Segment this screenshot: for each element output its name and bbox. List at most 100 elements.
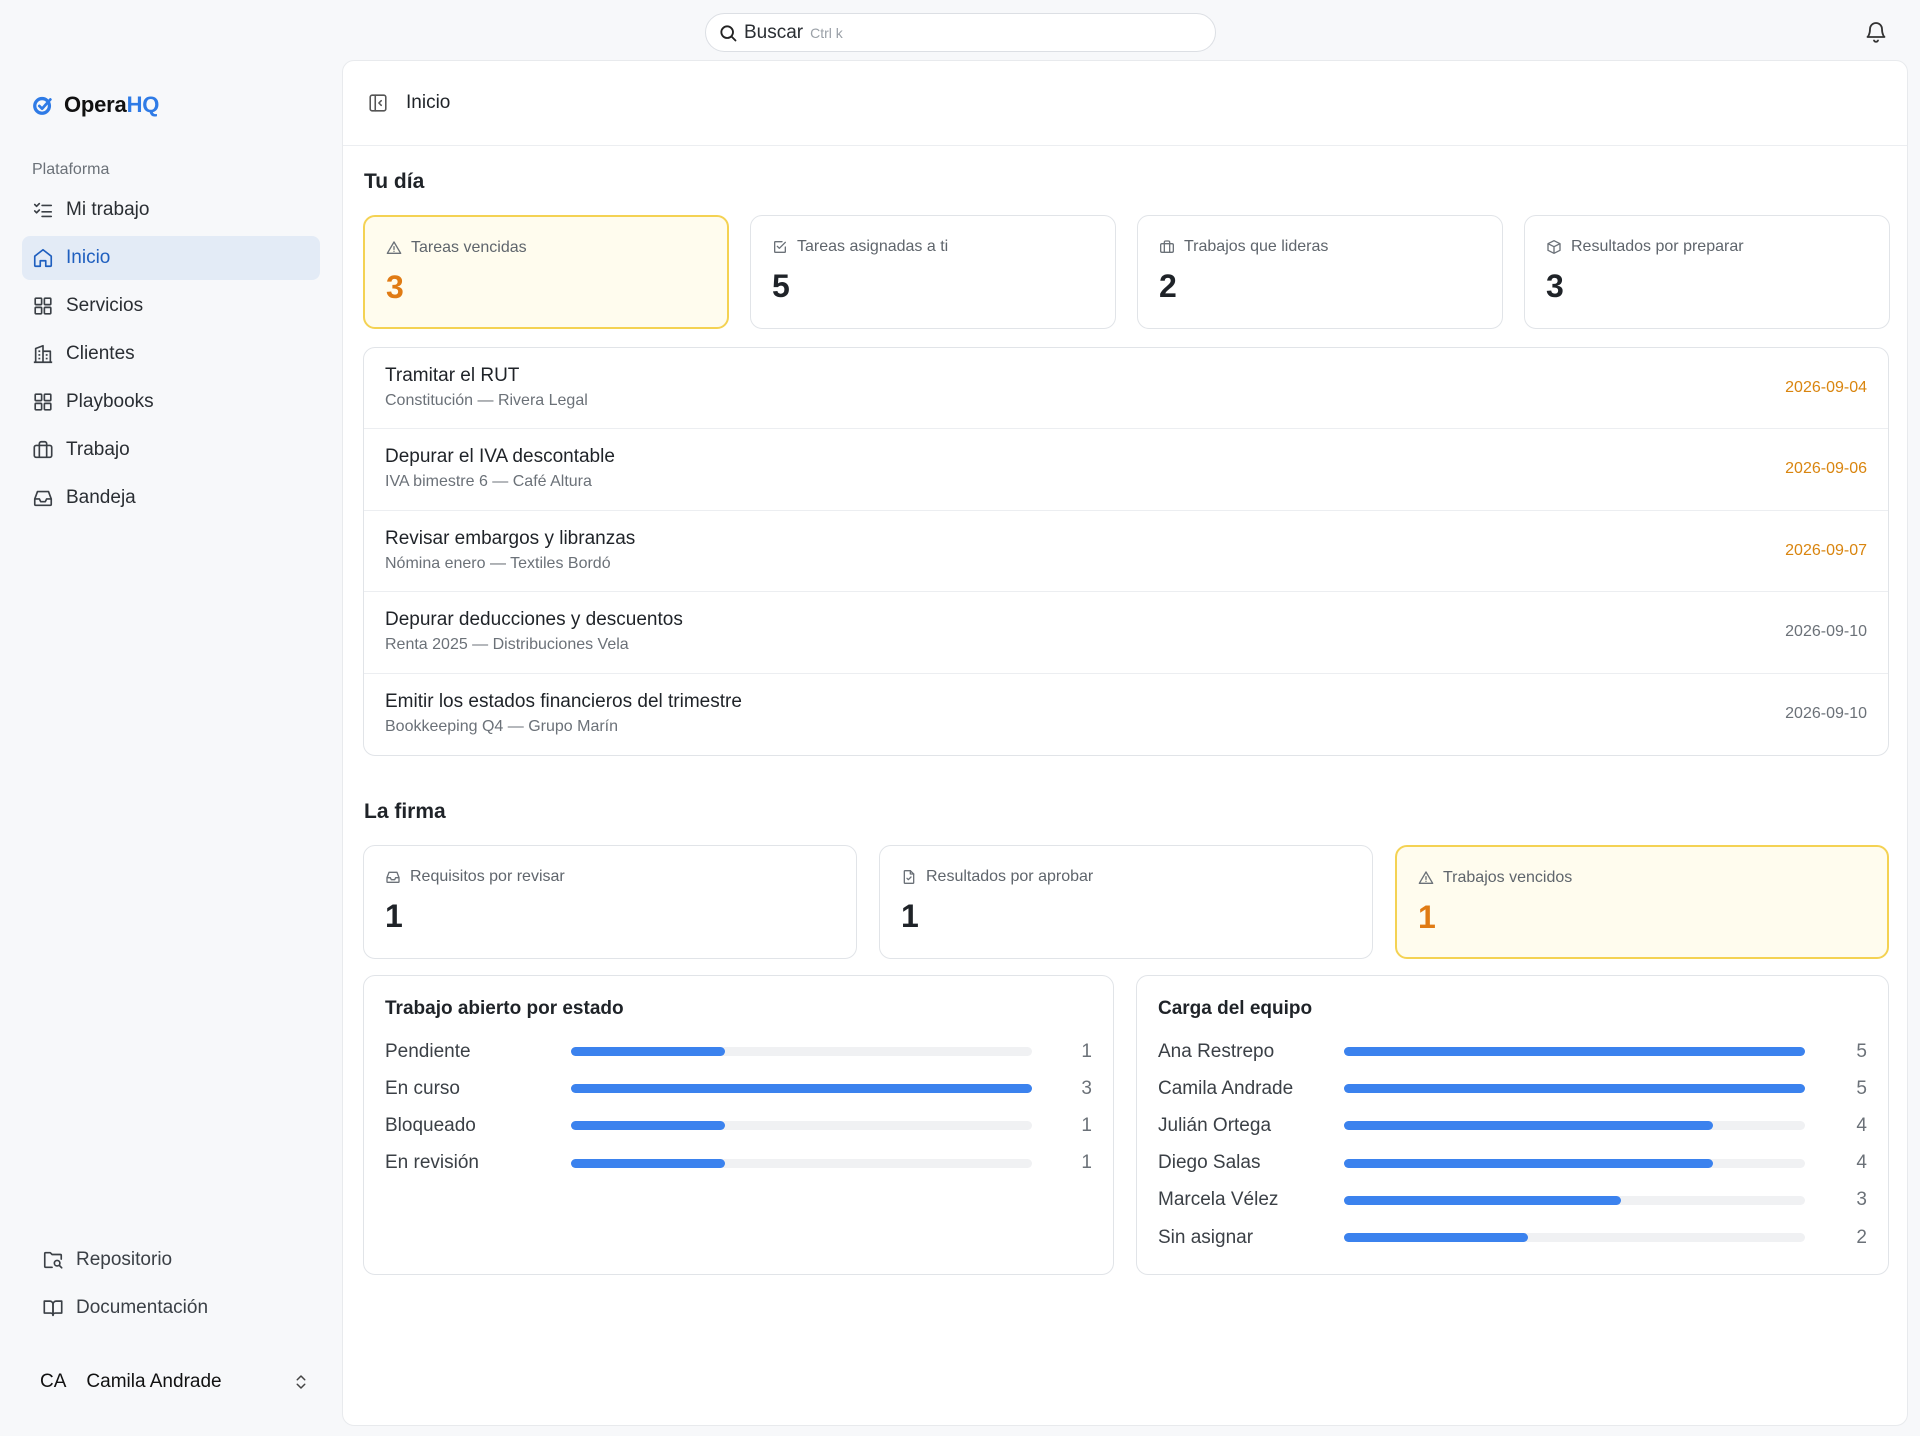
bar-track xyxy=(571,1047,1032,1057)
stat-card-requisitos-revisar[interactable]: Requisitos por revisar 1 xyxy=(363,845,857,959)
section-heading-la-firma: La firma xyxy=(364,800,446,823)
stat-card-tareas-asignadas[interactable]: Tareas asignadas a ti 5 xyxy=(750,215,1116,329)
avatar: CA xyxy=(40,1371,67,1392)
chevrons-up-down-icon xyxy=(296,1375,306,1389)
folder-search-icon xyxy=(43,1251,63,1269)
sidebar-item-bandeja[interactable]: Bandeja xyxy=(22,476,320,520)
stat-value: 1 xyxy=(1418,899,1436,935)
inbox-icon xyxy=(386,871,400,883)
sidebar-item-trabajo[interactable]: Trabajo xyxy=(22,428,320,472)
bar-row: En curso 3 xyxy=(385,1070,1092,1107)
bar-fill xyxy=(1344,1158,1713,1168)
stat-value: 1 xyxy=(901,898,919,934)
bar-label: Ana Restrepo xyxy=(1158,1040,1275,1062)
briefcase-icon xyxy=(1160,240,1174,253)
main-panel: Inicio Tu día Tareas vencidas 3 Tareas a… xyxy=(342,60,1908,1426)
bar-label: Bloqueado xyxy=(385,1114,476,1136)
page-title: Inicio xyxy=(406,92,451,113)
building-icon xyxy=(33,344,53,364)
bar-count: 1 xyxy=(1081,1040,1092,1062)
stat-card-trabajos-lideras[interactable]: Trabajos que lideras 2 xyxy=(1137,215,1503,329)
bar-row: Julián Ortega 4 xyxy=(1158,1107,1867,1144)
bar-row: Diego Salas 4 xyxy=(1158,1145,1867,1182)
task-title: Emitir los estados financieros del trime… xyxy=(385,690,742,712)
task-row[interactable]: Emitir los estados financieros del trime… xyxy=(364,674,1888,755)
bar-fill xyxy=(1344,1233,1529,1243)
sidebar-item-repositorio[interactable]: Repositorio xyxy=(32,1236,322,1284)
task-row[interactable]: Depurar deducciones y descuentos Renta 2… xyxy=(364,592,1888,674)
stat-value: 5 xyxy=(772,268,790,304)
list-check-icon xyxy=(33,202,53,218)
bar-count: 4 xyxy=(1856,1114,1867,1136)
section-label: Plataforma xyxy=(32,161,110,178)
search-label: Buscar xyxy=(744,21,804,43)
bar-track xyxy=(1344,1084,1805,1094)
task-row[interactable]: Tramitar el RUT Constitución — Rivera Le… xyxy=(364,348,1888,430)
task-row[interactable]: Revisar embargos y libranzas Nómina ener… xyxy=(364,511,1888,593)
bar-fill xyxy=(571,1084,1032,1094)
stat-card-tareas-vencidas[interactable]: Tareas vencidas 3 xyxy=(363,215,729,329)
bar-fill xyxy=(571,1121,725,1131)
stat-card-resultados-aprobar[interactable]: Resultados por aprobar 1 xyxy=(879,845,1373,959)
task-subtitle: Constitución — Rivera Legal xyxy=(385,392,588,409)
inbox-icon xyxy=(33,490,53,507)
file-check-icon xyxy=(903,870,915,884)
stat-value: 2 xyxy=(1159,268,1177,304)
bar-label: Sin asignar xyxy=(1158,1226,1254,1248)
home-icon xyxy=(33,248,53,268)
stat-value: 3 xyxy=(1546,268,1564,304)
user-name: Camila Andrade xyxy=(86,1371,222,1392)
task-subtitle: IVA bimestre 6 — Café Altura xyxy=(385,473,592,491)
bar-count: 3 xyxy=(1081,1077,1092,1099)
bar-label: Pendiente xyxy=(385,1040,471,1062)
logo-icon xyxy=(33,96,52,115)
bar-track xyxy=(1344,1233,1805,1243)
bar-count: 3 xyxy=(1856,1189,1867,1211)
grid-icon xyxy=(34,393,52,411)
bar-count: 5 xyxy=(1856,1077,1867,1099)
sidebar-item-playbooks[interactable]: Playbooks xyxy=(22,380,320,424)
notifications-button[interactable] xyxy=(1864,20,1888,44)
task-date: 2026-09-06 xyxy=(1785,460,1867,478)
panel-title: Trabajo abierto por estado xyxy=(385,998,624,1019)
task-subtitle: Renta 2025 — Distribuciones Vela xyxy=(385,636,629,654)
sidebar-toggle-icon[interactable] xyxy=(367,92,389,114)
sidebar-item-inicio[interactable]: Inicio xyxy=(22,236,320,280)
stat-card-resultados-preparar[interactable]: Resultados por preparar 3 xyxy=(1524,215,1890,329)
task-date: 2026-09-04 xyxy=(1785,379,1867,396)
bar-count: 2 xyxy=(1856,1226,1867,1248)
sidebar-item-documentacion[interactable]: Documentación xyxy=(32,1284,322,1332)
bar-label: En curso xyxy=(385,1077,460,1099)
bar-fill xyxy=(1344,1047,1805,1057)
bar-row: Marcela Vélez 3 xyxy=(1158,1182,1867,1219)
bar-label: Camila Andrade xyxy=(1158,1077,1294,1099)
sidebar-bottom-nav: Repositorio Documentación xyxy=(32,1236,322,1332)
bar-fill xyxy=(1344,1084,1805,1094)
task-subtitle: Bookkeeping Q4 — Grupo Marín xyxy=(385,717,619,735)
bar-track xyxy=(1344,1047,1805,1057)
bar-fill xyxy=(571,1158,725,1168)
user-menu[interactable]: CA Camila Andrade xyxy=(40,1362,310,1402)
stat-card-trabajos-vencidos[interactable]: Trabajos vencidos 1 xyxy=(1395,845,1889,959)
grid-icon xyxy=(34,297,52,315)
brand-logo[interactable]: OperaHQ xyxy=(32,92,159,118)
task-date: 2026-09-07 xyxy=(1785,541,1867,559)
sidebar-item-servicios[interactable]: Servicios xyxy=(22,284,320,328)
task-title: Tramitar el RUT xyxy=(385,365,520,386)
bar-track xyxy=(571,1121,1032,1131)
section-heading-tu-dia: Tu día xyxy=(364,170,425,193)
task-date: 2026-09-10 xyxy=(1785,704,1867,722)
sidebar: OperaHQ Plataforma Mi trabajo Inicio Ser… xyxy=(0,60,340,1436)
task-row[interactable]: Depurar el IVA descontable IVA bimestre … xyxy=(364,429,1888,511)
task-date: 2026-09-10 xyxy=(1785,623,1867,641)
search-input[interactable]: Buscar Ctrl k xyxy=(705,13,1216,52)
sidebar-item-clientes[interactable]: Clientes xyxy=(22,332,320,376)
search-shortcut: Ctrl k xyxy=(810,24,843,41)
bar-label: Marcela Vélez xyxy=(1158,1189,1279,1211)
bar-track xyxy=(571,1084,1032,1094)
stat-value: 3 xyxy=(386,269,404,305)
panel-title: Carga del equipo xyxy=(1158,998,1313,1019)
bar-row: Bloqueado 1 xyxy=(385,1107,1092,1144)
sidebar-item-mi-trabajo[interactable]: Mi trabajo xyxy=(22,188,320,232)
bar-track xyxy=(1344,1158,1805,1168)
